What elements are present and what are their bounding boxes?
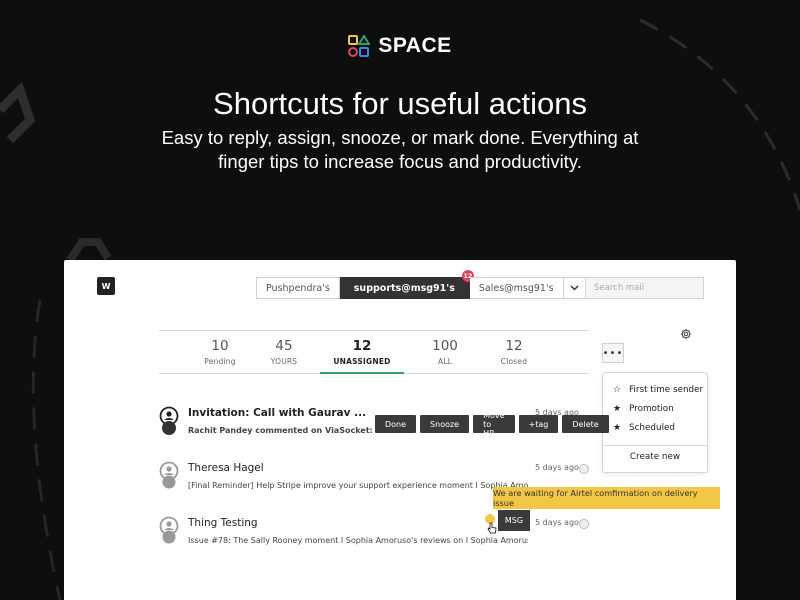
- space-logo-icon: [348, 35, 371, 57]
- brand: SPACE: [0, 34, 800, 58]
- avatar: [159, 461, 179, 489]
- status-label: Closed: [500, 357, 528, 366]
- star-icon: ★: [612, 403, 622, 414]
- msg-button[interactable]: MSG: [498, 510, 530, 531]
- star-icon: ★: [612, 422, 622, 433]
- status-count: 100: [432, 338, 458, 354]
- message-preview: Rachit Pandey commented on ViaSocket: "C…: [188, 426, 378, 435]
- delete-button[interactable]: Delete: [562, 415, 609, 433]
- status-label: ALL: [437, 357, 453, 366]
- add-tag-button[interactable]: +tag: [518, 415, 559, 433]
- status-label: Pending: [204, 357, 236, 366]
- hero-headline: Shortcuts for useful actions: [213, 86, 587, 121]
- inbox-tabs: Pushpendra's supports@msg91's 12 Sales@m…: [256, 270, 586, 299]
- message-subject: Thing Testing: [188, 517, 258, 529]
- brand-name: SPACE: [378, 34, 452, 57]
- app-panel: W Pushpendra's supports@msg91's 12 Sales…: [64, 260, 736, 600]
- message-preview: Issue #78: The Sally Rooney moment I Sop…: [188, 536, 528, 545]
- note-tooltip: We are waiting for Airtel comfirmation o…: [493, 487, 720, 509]
- status-tab-pending[interactable]: 10 Pending: [185, 338, 255, 366]
- snooze-button[interactable]: Snooze: [420, 415, 470, 433]
- status-count: 12: [505, 338, 523, 354]
- message-preview: [Final Reminder] Help Stripe improve you…: [188, 481, 528, 490]
- menu-item-label: Scheduled: [629, 422, 676, 433]
- hero-subline: Easy to reply, assign, snooze, or mark d…: [161, 127, 639, 172]
- status-tabs: 10 Pending 45 YOURS 12 UNASSIGNED 100 AL…: [159, 330, 589, 374]
- create-new-button[interactable]: Create new: [603, 452, 707, 462]
- status-count: 10: [211, 338, 229, 354]
- message-time: 5 days ago: [535, 518, 579, 527]
- tab-pushpendra[interactable]: Pushpendra's: [256, 277, 340, 299]
- gear-icon[interactable]: [680, 328, 692, 340]
- filter-menu: ☆ First time sender ★ Promotion ★ Schedu…: [602, 372, 708, 473]
- assignee-avatar[interactable]: [579, 519, 589, 529]
- status-count: 45: [275, 338, 293, 354]
- message-time: 5 days ago: [535, 463, 579, 472]
- inbox-dropdown-button[interactable]: [563, 277, 586, 299]
- menu-item-promotion[interactable]: ★ Promotion: [603, 399, 707, 418]
- chevron-down-icon: [570, 285, 579, 291]
- quick-actions: Done Snooze Move to HR +tag Delete: [375, 411, 609, 438]
- more-options-button[interactable]: •••: [602, 343, 624, 363]
- star-outline-icon: ☆: [612, 384, 622, 395]
- search-input[interactable]: [585, 277, 704, 299]
- menu-item-label: First time sender: [629, 384, 704, 395]
- avatar: [159, 406, 179, 435]
- move-to-hr-button[interactable]: Move to HR: [473, 411, 515, 438]
- menu-item-label: Promotion: [629, 403, 674, 414]
- menu-item-scheduled[interactable]: ★ Scheduled: [603, 418, 707, 437]
- tab-supports[interactable]: supports@msg91's 12: [339, 270, 474, 299]
- active-tab-underline: [320, 372, 404, 374]
- status-label: UNASSIGNED: [333, 357, 391, 366]
- status-tab-yours[interactable]: 45 YOURS: [249, 338, 319, 366]
- menu-item-first-time-sender[interactable]: ☆ First time sender: [603, 380, 707, 399]
- menu-divider: [603, 445, 707, 446]
- avatar: [159, 516, 179, 544]
- workspace-badge[interactable]: W: [97, 277, 115, 295]
- message-row[interactable]: Invitation: Call with Gaurav ... Rachit …: [159, 406, 609, 446]
- status-tab-all[interactable]: 100 ALL: [410, 338, 480, 366]
- status-count: 12: [352, 338, 372, 354]
- hand-cursor-icon: [487, 522, 497, 534]
- tab-label: Sales@msg91's: [478, 282, 554, 294]
- message-subject: Invitation: Call with Gaurav ...: [188, 407, 367, 419]
- done-button[interactable]: Done: [375, 415, 417, 433]
- status-tab-unassigned[interactable]: 12 UNASSIGNED: [327, 338, 397, 366]
- message-subject: Theresa Hagel: [188, 462, 264, 474]
- tab-label: Pushpendra's: [266, 282, 330, 294]
- tab-sales[interactable]: Sales@msg91's: [469, 277, 564, 299]
- assignee-avatar[interactable]: [579, 464, 589, 474]
- status-tab-closed[interactable]: 12 Closed: [479, 338, 549, 366]
- status-label: YOURS: [270, 357, 298, 366]
- message-row[interactable]: Thing Testing Issue #78: The Sally Roone…: [159, 516, 599, 556]
- tab-label: supports@msg91's: [353, 282, 455, 294]
